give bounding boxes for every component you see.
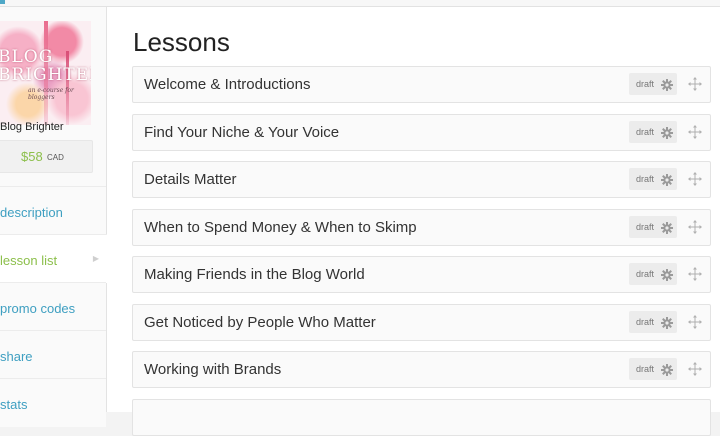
sidebar-item-label: description <box>0 205 63 220</box>
lesson-row[interactable]: Get Noticed by People Who Matter draft <box>132 303 711 341</box>
sidebar-item-description[interactable]: description <box>0 186 106 235</box>
sidebar-item-stats[interactable]: stats <box>0 378 106 427</box>
cover-title-line1: BLOG <box>0 47 54 67</box>
sidebar-item-share[interactable]: share <box>0 330 106 379</box>
sidebar-item-lesson-list[interactable]: lesson list ▶ <box>0 234 107 283</box>
status-badge: draft <box>636 364 655 374</box>
status-badge: draft <box>636 221 655 232</box>
page-title: Lessons <box>133 27 230 57</box>
status-badge: draft <box>636 126 655 137</box>
active-arrow-icon: ▶ <box>92 254 99 263</box>
sidebar-item-label: promo codes <box>0 301 76 316</box>
lesson-row[interactable]: Find Your Niche & Your Voice draft <box>132 113 711 151</box>
sidebar-item-label: share <box>0 349 33 364</box>
lesson-settings-button[interactable]: draft <box>629 73 677 95</box>
sidebar-item-promo-codes[interactable]: promo codes <box>0 282 106 331</box>
lesson-title[interactable]: Working with Brands <box>144 361 281 378</box>
gear-icon[interactable] <box>661 363 673 376</box>
lesson-title[interactable]: Get Noticed by People Who Matter <box>144 314 376 331</box>
move-icon[interactable] <box>688 314 702 329</box>
move-icon[interactable] <box>688 77 702 91</box>
lesson-settings-button[interactable]: draft <box>629 358 677 380</box>
course-cover-image: BLOG BRIGHTER an e-course for bloggers <box>0 21 91 125</box>
price-value: $58 <box>21 149 43 164</box>
gear-icon[interactable] <box>661 268 673 281</box>
top-bar-accent <box>0 0 5 4</box>
gear-icon[interactable] <box>661 316 673 329</box>
move-icon[interactable] <box>688 124 702 139</box>
sidebar-item-label: lesson list <box>0 253 58 268</box>
lesson-settings-button[interactable]: draft <box>629 215 677 238</box>
lesson-settings-button[interactable]: draft <box>629 263 677 285</box>
lesson-row[interactable]: When to Spend Money & When to Skimp draft <box>132 208 711 246</box>
lesson-row[interactable]: Details Matter draft <box>132 161 711 198</box>
course-title: Blog Brighter <box>0 121 64 133</box>
lesson-settings-button[interactable]: draft <box>629 120 677 143</box>
lesson-row[interactable]: Working with Brands draft <box>132 351 711 388</box>
lesson-title[interactable]: Details Matter <box>144 171 237 188</box>
lesson-row-partial[interactable] <box>132 398 711 436</box>
status-badge: draft <box>636 174 655 184</box>
move-icon[interactable] <box>688 362 702 376</box>
status-badge: draft <box>636 316 655 327</box>
price-box: $58 CAD <box>0 140 93 173</box>
lesson-row[interactable]: Welcome & Introductions draft <box>132 66 711 103</box>
sidebar: BLOG BRIGHTER an e-course for bloggers B… <box>0 7 107 427</box>
gear-icon[interactable] <box>661 78 673 91</box>
top-bar <box>0 0 720 7</box>
lesson-title[interactable]: Making Friends in the Blog World <box>144 266 365 283</box>
lesson-title[interactable]: Find Your Niche & Your Voice <box>144 124 339 141</box>
lesson-settings-button[interactable]: draft <box>629 168 677 190</box>
move-icon[interactable] <box>688 267 702 281</box>
status-badge: draft <box>636 269 655 279</box>
gear-icon[interactable] <box>661 173 673 186</box>
lesson-row[interactable]: Making Friends in the Blog World draft <box>132 256 711 293</box>
main-content: Lessons Welcome & Introductions draft Find… <box>107 7 720 436</box>
lesson-settings-button[interactable]: draft <box>629 310 677 333</box>
lesson-title[interactable]: When to Spend Money & When to Skimp <box>144 219 417 236</box>
gear-icon[interactable] <box>661 221 673 234</box>
move-icon[interactable] <box>688 172 702 186</box>
price-currency: CAD <box>47 153 64 162</box>
gear-icon[interactable] <box>661 126 673 139</box>
move-icon[interactable] <box>688 219 702 234</box>
cover-title-line2: BRIGHTER <box>0 65 91 85</box>
status-badge: draft <box>636 79 655 89</box>
sidebar-item-label: stats <box>0 397 28 412</box>
cover-subtitle: an e-course for bloggers <box>28 87 74 101</box>
lesson-title[interactable]: Welcome & Introductions <box>144 76 310 93</box>
